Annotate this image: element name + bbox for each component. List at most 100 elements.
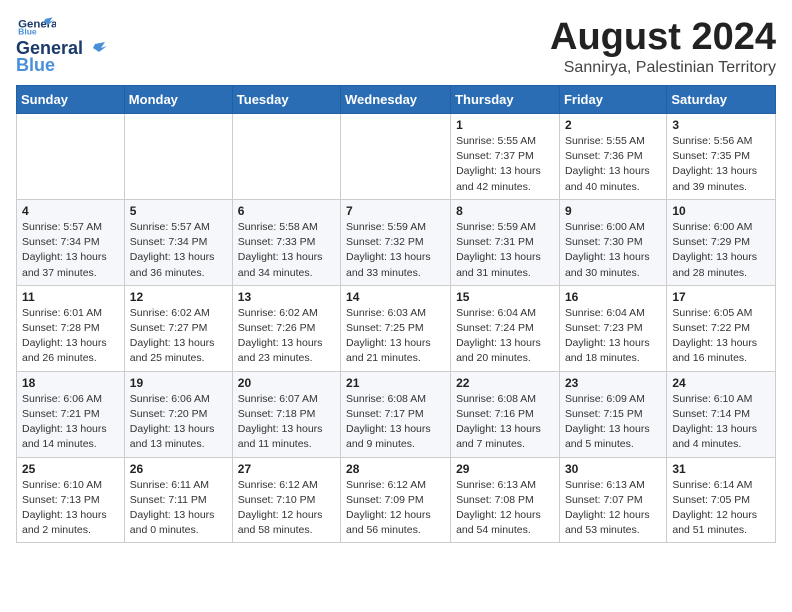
- day-detail: Sunrise: 6:08 AM Sunset: 7:16 PM Dayligh…: [456, 392, 554, 453]
- day-detail: Sunrise: 6:08 AM Sunset: 7:17 PM Dayligh…: [346, 392, 445, 453]
- day-number: 13: [238, 290, 335, 304]
- calendar-cell: 4 Sunrise: 5:57 AM Sunset: 7:34 PM Daylig…: [17, 199, 125, 285]
- day-detail: Sunrise: 6:11 AM Sunset: 7:11 PM Dayligh…: [130, 478, 227, 539]
- calendar-cell: [17, 114, 125, 200]
- calendar-cell: 2Sunrise: 5:55 AM Sunset: 7:36 PM Daylig…: [559, 114, 666, 200]
- title-block: August 2024 Sannirya, Palestinian Territ…: [550, 16, 776, 77]
- calendar-cell: 23Sunrise: 6:09 AM Sunset: 7:15 PM Dayli…: [559, 371, 666, 457]
- day-number: 31: [672, 462, 770, 476]
- calendar-cell: 18Sunrise: 6:06 AM Sunset: 7:21 PM Dayli…: [17, 371, 125, 457]
- weekday-header: Tuesday: [232, 86, 340, 114]
- day-number: 12: [130, 290, 227, 304]
- day-number: 6: [238, 204, 335, 218]
- calendar-cell: 12 Sunrise: 6:02 AM Sunset: 7:27 PM Dayli…: [124, 285, 232, 371]
- calendar-cell: [124, 114, 232, 200]
- day-number: 21: [346, 376, 445, 390]
- calendar-cell: 1 Sunrise: 5:55 AM Sunset: 7:37 PM Daylig…: [451, 114, 560, 200]
- day-detail: Sunrise: 6:12 AM Sunset: 7:10 PM Dayligh…: [238, 478, 335, 539]
- calendar-cell: [341, 114, 451, 200]
- day-number: 4: [22, 204, 119, 218]
- calendar-week-row: 4 Sunrise: 5:57 AM Sunset: 7:34 PM Daylig…: [17, 199, 776, 285]
- day-number: 16: [565, 290, 661, 304]
- logo-icon: General Blue: [16, 16, 56, 36]
- calendar-week-row: 18Sunrise: 6:06 AM Sunset: 7:21 PM Dayli…: [17, 371, 776, 457]
- day-number: 11: [22, 290, 119, 304]
- day-number: 26: [130, 462, 227, 476]
- day-number: 14: [346, 290, 445, 304]
- calendar-cell: 9Sunrise: 6:00 AM Sunset: 7:30 PM Daylig…: [559, 199, 666, 285]
- calendar-week-row: 25 Sunrise: 6:10 AM Sunset: 7:13 PM Dayli…: [17, 457, 776, 543]
- calendar-cell: 26 Sunrise: 6:11 AM Sunset: 7:11 PM Dayli…: [124, 457, 232, 543]
- month-title: August 2024: [550, 16, 776, 59]
- day-number: 19: [130, 376, 227, 390]
- calendar-cell: 27 Sunrise: 6:12 AM Sunset: 7:10 PM Dayli…: [232, 457, 340, 543]
- day-detail: Sunrise: 6:02 AM Sunset: 7:26 PM Dayligh…: [238, 306, 335, 367]
- day-detail: Sunrise: 6:05 AM Sunset: 7:22 PM Dayligh…: [672, 306, 770, 367]
- page-header: General Blue General Blue August 2024 Sa…: [16, 16, 776, 77]
- calendar-cell: 8 Sunrise: 5:59 AM Sunset: 7:31 PM Daylig…: [451, 199, 560, 285]
- weekday-header: Friday: [559, 86, 666, 114]
- calendar-cell: 19Sunrise: 6:06 AM Sunset: 7:20 PM Dayli…: [124, 371, 232, 457]
- day-number: 30: [565, 462, 661, 476]
- day-number: 24: [672, 376, 770, 390]
- calendar-week-row: 1 Sunrise: 5:55 AM Sunset: 7:37 PM Daylig…: [17, 114, 776, 200]
- day-detail: Sunrise: 5:59 AM Sunset: 7:31 PM Dayligh…: [456, 220, 554, 281]
- logo-blue: Blue: [16, 55, 55, 76]
- day-detail: Sunrise: 6:02 AM Sunset: 7:27 PM Dayligh…: [130, 306, 227, 367]
- calendar-cell: 29 Sunrise: 6:13 AM Sunset: 7:08 PM Dayli…: [451, 457, 560, 543]
- logo-bird-svg: [85, 42, 107, 56]
- day-detail: Sunrise: 6:13 AM Sunset: 7:08 PM Dayligh…: [456, 478, 554, 539]
- calendar-cell: 5 Sunrise: 5:57 AM Sunset: 7:34 PM Daylig…: [124, 199, 232, 285]
- day-number: 3: [672, 118, 770, 132]
- calendar-cell: 11 Sunrise: 6:01 AM Sunset: 7:28 PM Dayli…: [17, 285, 125, 371]
- day-detail: Sunrise: 5:59 AM Sunset: 7:32 PM Dayligh…: [346, 220, 445, 281]
- day-detail: Sunrise: 5:55 AM Sunset: 7:36 PM Dayligh…: [565, 134, 661, 195]
- day-detail: Sunrise: 6:10 AM Sunset: 7:13 PM Dayligh…: [22, 478, 119, 539]
- day-detail: Sunrise: 6:14 AM Sunset: 7:05 PM Dayligh…: [672, 478, 770, 539]
- day-detail: Sunrise: 6:12 AM Sunset: 7:09 PM Dayligh…: [346, 478, 445, 539]
- day-detail: Sunrise: 6:06 AM Sunset: 7:21 PM Dayligh…: [22, 392, 119, 453]
- svg-text:Blue: Blue: [18, 27, 37, 36]
- calendar-cell: 7 Sunrise: 5:59 AM Sunset: 7:32 PM Daylig…: [341, 199, 451, 285]
- weekday-header: Wednesday: [341, 86, 451, 114]
- day-number: 17: [672, 290, 770, 304]
- logo: General Blue General Blue: [16, 16, 109, 76]
- calendar-cell: 13 Sunrise: 6:02 AM Sunset: 7:26 PM Dayli…: [232, 285, 340, 371]
- calendar-cell: 30Sunrise: 6:13 AM Sunset: 7:07 PM Dayli…: [559, 457, 666, 543]
- day-number: 29: [456, 462, 554, 476]
- location-title: Sannirya, Palestinian Territory: [550, 59, 776, 77]
- day-number: 10: [672, 204, 770, 218]
- day-detail: Sunrise: 5:57 AM Sunset: 7:34 PM Dayligh…: [22, 220, 119, 281]
- day-number: 25: [22, 462, 119, 476]
- day-detail: Sunrise: 6:07 AM Sunset: 7:18 PM Dayligh…: [238, 392, 335, 453]
- weekday-header: Saturday: [667, 86, 776, 114]
- calendar-cell: 22Sunrise: 6:08 AM Sunset: 7:16 PM Dayli…: [451, 371, 560, 457]
- calendar-cell: 21 Sunrise: 6:08 AM Sunset: 7:17 PM Dayli…: [341, 371, 451, 457]
- calendar-cell: 16 Sunrise: 6:04 AM Sunset: 7:23 PM Dayli…: [559, 285, 666, 371]
- day-number: 5: [130, 204, 227, 218]
- calendar-cell: 28 Sunrise: 6:12 AM Sunset: 7:09 PM Dayli…: [341, 457, 451, 543]
- day-detail: Sunrise: 6:04 AM Sunset: 7:23 PM Dayligh…: [565, 306, 661, 367]
- day-detail: Sunrise: 6:01 AM Sunset: 7:28 PM Dayligh…: [22, 306, 119, 367]
- day-number: 20: [238, 376, 335, 390]
- weekday-header: Thursday: [451, 86, 560, 114]
- day-number: 15: [456, 290, 554, 304]
- weekday-header: Sunday: [17, 86, 125, 114]
- day-detail: Sunrise: 6:10 AM Sunset: 7:14 PM Dayligh…: [672, 392, 770, 453]
- day-detail: Sunrise: 5:55 AM Sunset: 7:37 PM Dayligh…: [456, 134, 554, 195]
- day-number: 28: [346, 462, 445, 476]
- day-detail: Sunrise: 5:56 AM Sunset: 7:35 PM Dayligh…: [672, 134, 770, 195]
- day-detail: Sunrise: 5:57 AM Sunset: 7:34 PM Dayligh…: [130, 220, 227, 281]
- day-detail: Sunrise: 6:04 AM Sunset: 7:24 PM Dayligh…: [456, 306, 554, 367]
- calendar-cell: 6Sunrise: 5:58 AM Sunset: 7:33 PM Daylig…: [232, 199, 340, 285]
- calendar-header-row: SundayMondayTuesdayWednesdayThursdayFrid…: [17, 86, 776, 114]
- day-number: 1: [456, 118, 554, 132]
- calendar-cell: 17 Sunrise: 6:05 AM Sunset: 7:22 PM Dayli…: [667, 285, 776, 371]
- day-number: 8: [456, 204, 554, 218]
- calendar-cell: 3 Sunrise: 5:56 AM Sunset: 7:35 PM Daylig…: [667, 114, 776, 200]
- day-number: 7: [346, 204, 445, 218]
- calendar-table: SundayMondayTuesdayWednesdayThursdayFrid…: [16, 85, 776, 543]
- calendar-week-row: 11 Sunrise: 6:01 AM Sunset: 7:28 PM Dayli…: [17, 285, 776, 371]
- day-number: 27: [238, 462, 335, 476]
- calendar-cell: 24 Sunrise: 6:10 AM Sunset: 7:14 PM Dayli…: [667, 371, 776, 457]
